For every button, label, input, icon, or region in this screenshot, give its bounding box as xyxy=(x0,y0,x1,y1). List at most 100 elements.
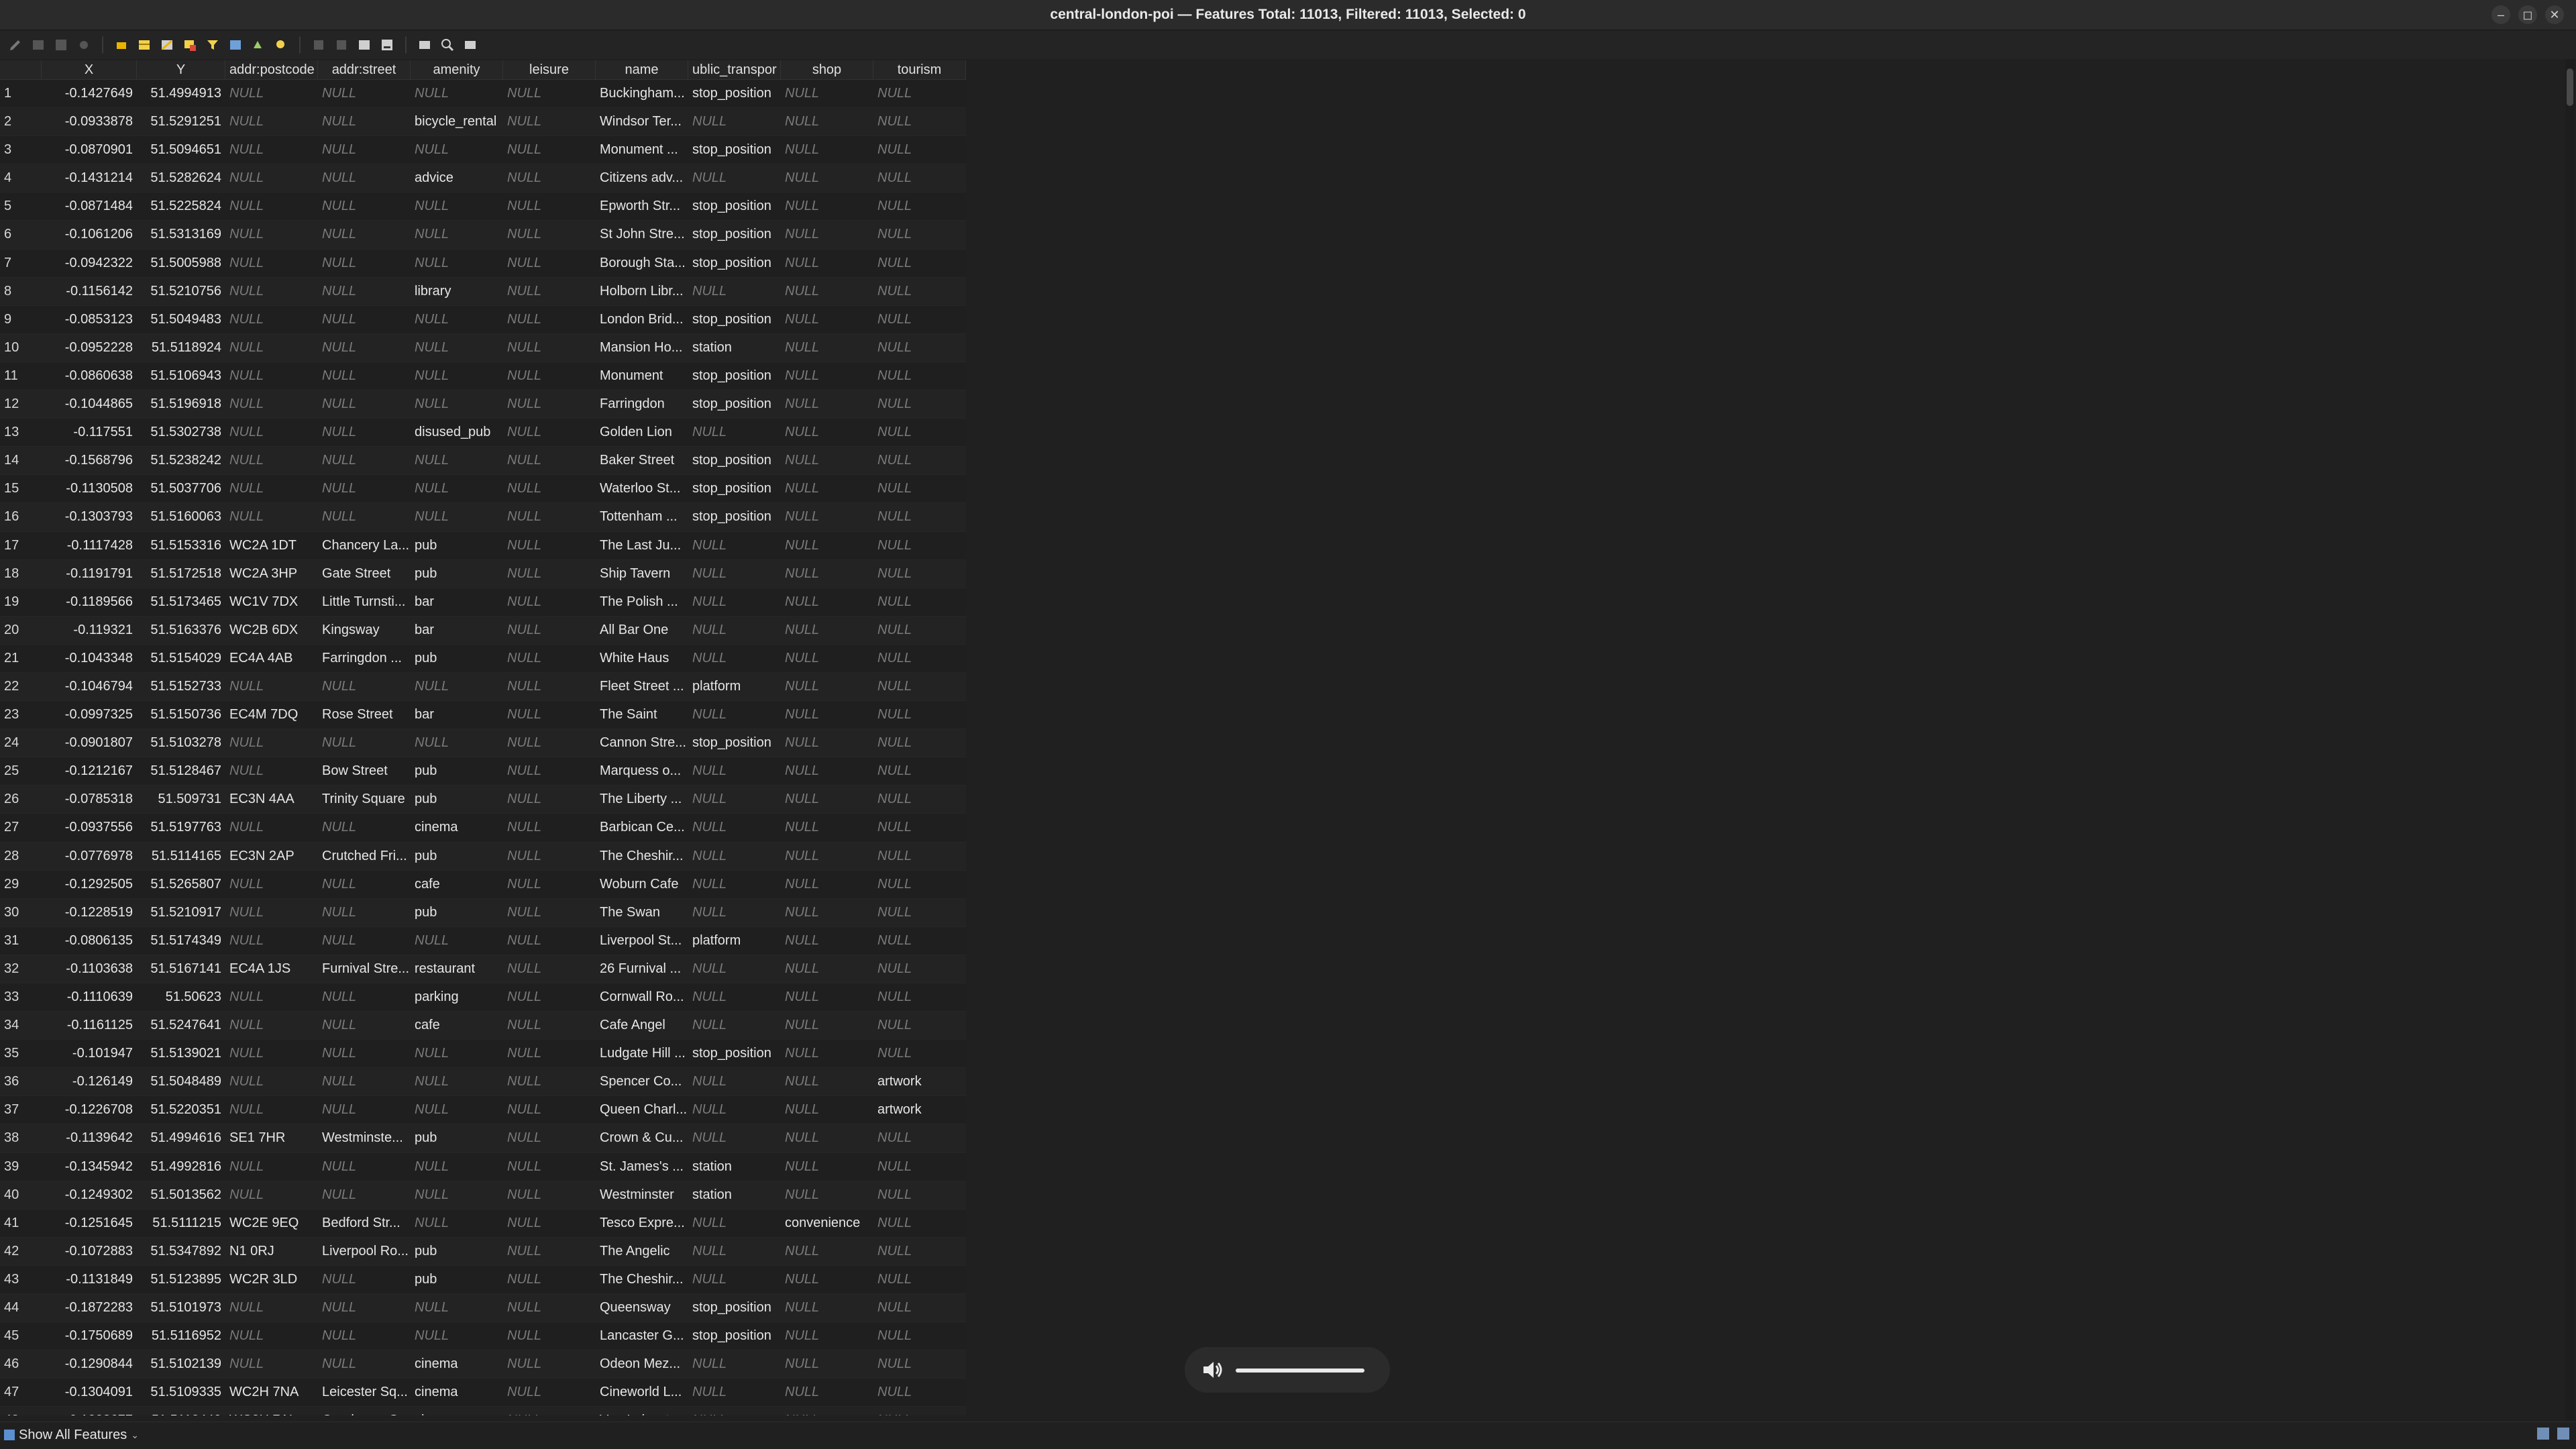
table-row[interactable]: 17 -0.1117428 51.5153316 WC2A 1DT Chancery L… xyxy=(0,531,966,560)
table-cell-tourism[interactable]: NULL xyxy=(873,334,966,362)
table-row[interactable]: 35 -0.101947 51.5139021 NULL NULL NULL NULL Lud… xyxy=(0,1040,966,1069)
row-index-cell[interactable]: 3 xyxy=(0,136,42,164)
table-cell-leisure[interactable]: NULL xyxy=(503,221,596,248)
table-cell-y[interactable]: 51.5111215 xyxy=(137,1210,225,1237)
table-cell-addr-postcode[interactable]: SE1 7HR xyxy=(225,1124,318,1152)
table-cell-y[interactable]: 51.5152733 xyxy=(137,673,225,700)
row-index-cell[interactable]: 43 xyxy=(0,1266,42,1293)
table-row[interactable]: 23 -0.0997325 51.5150736 EC4M 7DQ Rose Stree… xyxy=(0,701,966,730)
row-index-cell[interactable]: 8 xyxy=(0,278,42,305)
row-index-cell[interactable]: 36 xyxy=(0,1068,42,1095)
table-cell-tourism[interactable]: NULL xyxy=(873,447,966,474)
row-index-cell[interactable]: 14 xyxy=(0,447,42,474)
table-cell-x[interactable]: -0.0785318 xyxy=(42,786,137,813)
table-row[interactable]: 29 -0.1292505 51.5265807 NULL NULL cafe NULL Wo… xyxy=(0,870,966,899)
table-cell-leisure[interactable]: NULL xyxy=(503,278,596,305)
table-cell-shop[interactable]: NULL xyxy=(781,447,873,474)
table-cell-public-transport[interactable]: NULL xyxy=(688,278,781,305)
table-cell-y[interactable]: 51.5049483 xyxy=(137,306,225,333)
row-index-cell[interactable]: 40 xyxy=(0,1181,42,1209)
table-cell-tourism[interactable]: NULL xyxy=(873,1379,966,1406)
table-cell-addr-postcode[interactable]: NULL xyxy=(225,419,318,446)
row-index-cell[interactable]: 39 xyxy=(0,1153,42,1181)
table-cell-name[interactable]: Cafe Angel xyxy=(596,1012,688,1039)
table-cell-shop[interactable]: NULL xyxy=(781,645,873,672)
table-cell-addr-postcode[interactable]: N1 0RJ xyxy=(225,1238,318,1265)
table-cell-amenity[interactable]: NULL xyxy=(411,503,503,531)
table-cell-addr-postcode[interactable]: NULL xyxy=(225,306,318,333)
table-cell-leisure[interactable]: NULL xyxy=(503,1124,596,1152)
table-row[interactable]: 39 -0.1345942 51.4992816 NULL NULL NULL NULL St… xyxy=(0,1152,966,1181)
table-cell-addr-street[interactable]: Crutched Fri... xyxy=(318,843,411,870)
table-cell-public-transport[interactable]: NULL xyxy=(688,814,781,841)
table-cell-leisure[interactable]: NULL xyxy=(503,588,596,616)
table-cell-public-transport[interactable]: stop_position xyxy=(688,306,781,333)
table-cell-tourism[interactable]: NULL xyxy=(873,1238,966,1265)
table-cell-x[interactable]: -0.1161125 xyxy=(42,1012,137,1039)
table-cell-public-transport[interactable]: NULL xyxy=(688,616,781,644)
table-cell-name[interactable]: Holborn Libr... xyxy=(596,278,688,305)
table-cell-name[interactable]: Tesco Expre... xyxy=(596,1210,688,1237)
table-cell-amenity[interactable]: pub xyxy=(411,843,503,870)
table-cell-x[interactable]: -0.1043348 xyxy=(42,645,137,672)
table-cell-tourism[interactable]: NULL xyxy=(873,899,966,926)
table-cell-name[interactable]: Liverpool St... xyxy=(596,927,688,955)
table-cell-addr-street[interactable]: NULL xyxy=(318,729,411,757)
table-row[interactable]: 15 -0.1130508 51.5037706 NULL NULL NULL NULL Wa… xyxy=(0,475,966,504)
table-cell-amenity[interactable]: NULL xyxy=(411,193,503,220)
paste-features-icon[interactable] xyxy=(333,36,350,54)
table-cell-name[interactable]: Monument ... xyxy=(596,136,688,164)
row-index-cell[interactable]: 31 xyxy=(0,927,42,955)
table-cell-shop[interactable]: NULL xyxy=(781,1012,873,1039)
table-row[interactable]: 37 -0.1226708 51.5220351 NULL NULL NULL NULL Qu… xyxy=(0,1096,966,1125)
table-cell-leisure[interactable]: NULL xyxy=(503,560,596,588)
table-cell-public-transport[interactable]: NULL xyxy=(688,532,781,559)
row-index-cell[interactable]: 17 xyxy=(0,532,42,559)
table-cell-amenity[interactable]: pub xyxy=(411,1266,503,1293)
table-cell-leisure[interactable]: NULL xyxy=(503,475,596,502)
table-cell-name[interactable]: Cineworld L... xyxy=(596,1379,688,1406)
table-cell-y[interactable]: 51.5172518 xyxy=(137,560,225,588)
table-cell-addr-postcode[interactable]: NULL xyxy=(225,1040,318,1067)
table-cell-shop[interactable]: NULL xyxy=(781,503,873,531)
table-cell-public-transport[interactable]: NULL xyxy=(688,1238,781,1265)
table-cell-name[interactable]: Odeon Mez... xyxy=(596,1350,688,1378)
table-cell-x[interactable]: -0.0942322 xyxy=(42,250,137,277)
table-cell-leisure[interactable]: NULL xyxy=(503,871,596,898)
table-cell-y[interactable]: 51.5109335 xyxy=(137,1379,225,1406)
table-cell-tourism[interactable]: NULL xyxy=(873,532,966,559)
table-cell-addr-postcode[interactable]: NULL xyxy=(225,814,318,841)
table-cell-tourism[interactable]: NULL xyxy=(873,645,966,672)
table-cell-amenity[interactable]: NULL xyxy=(411,475,503,502)
table-cell-tourism[interactable]: NULL xyxy=(873,1350,966,1378)
table-cell-leisure[interactable]: NULL xyxy=(503,1322,596,1350)
table-cell-public-transport[interactable]: NULL xyxy=(688,560,781,588)
table-cell-shop[interactable]: NULL xyxy=(781,729,873,757)
row-index-cell[interactable]: 47 xyxy=(0,1379,42,1406)
table-cell-amenity[interactable]: NULL xyxy=(411,306,503,333)
row-index-cell[interactable]: 30 xyxy=(0,899,42,926)
table-cell-x[interactable]: -0.0870901 xyxy=(42,136,137,164)
table-row[interactable]: 5 -0.0871484 51.5225824 NULL NULL NULL NULL Epw… xyxy=(0,193,966,221)
row-index-cell[interactable]: 28 xyxy=(0,843,42,870)
table-cell-public-transport[interactable]: station xyxy=(688,1153,781,1181)
table-cell-tourism[interactable]: NULL xyxy=(873,136,966,164)
table-cell-name[interactable]: Fleet Street ... xyxy=(596,673,688,700)
table-cell-amenity[interactable]: NULL xyxy=(411,673,503,700)
table-cell-public-transport[interactable]: NULL xyxy=(688,164,781,192)
table-row[interactable]: 7 -0.0942322 51.5005988 NULL NULL NULL NULL Bor… xyxy=(0,249,966,278)
table-cell-name[interactable]: Golden Lion xyxy=(596,419,688,446)
table-cell-addr-postcode[interactable]: NULL xyxy=(225,1153,318,1181)
table-cell-public-transport[interactable]: NULL xyxy=(688,955,781,983)
table-cell-name[interactable]: Baker Street xyxy=(596,447,688,474)
table-cell-leisure[interactable]: NULL xyxy=(503,729,596,757)
table-cell-amenity[interactable]: NULL xyxy=(411,1181,503,1209)
table-cell-leisure[interactable]: NULL xyxy=(503,899,596,926)
table-cell-shop[interactable]: NULL xyxy=(781,786,873,813)
table-cell-y[interactable]: 51.5153316 xyxy=(137,532,225,559)
table-cell-public-transport[interactable]: station xyxy=(688,1181,781,1209)
table-cell-addr-postcode[interactable]: WC2H 7AL xyxy=(225,1407,318,1415)
row-index-cell[interactable]: 27 xyxy=(0,814,42,841)
table-row[interactable]: 9 -0.0853123 51.5049483 NULL NULL NULL NULL Lon… xyxy=(0,305,966,334)
table-cell-addr-street[interactable]: NULL xyxy=(318,1040,411,1067)
